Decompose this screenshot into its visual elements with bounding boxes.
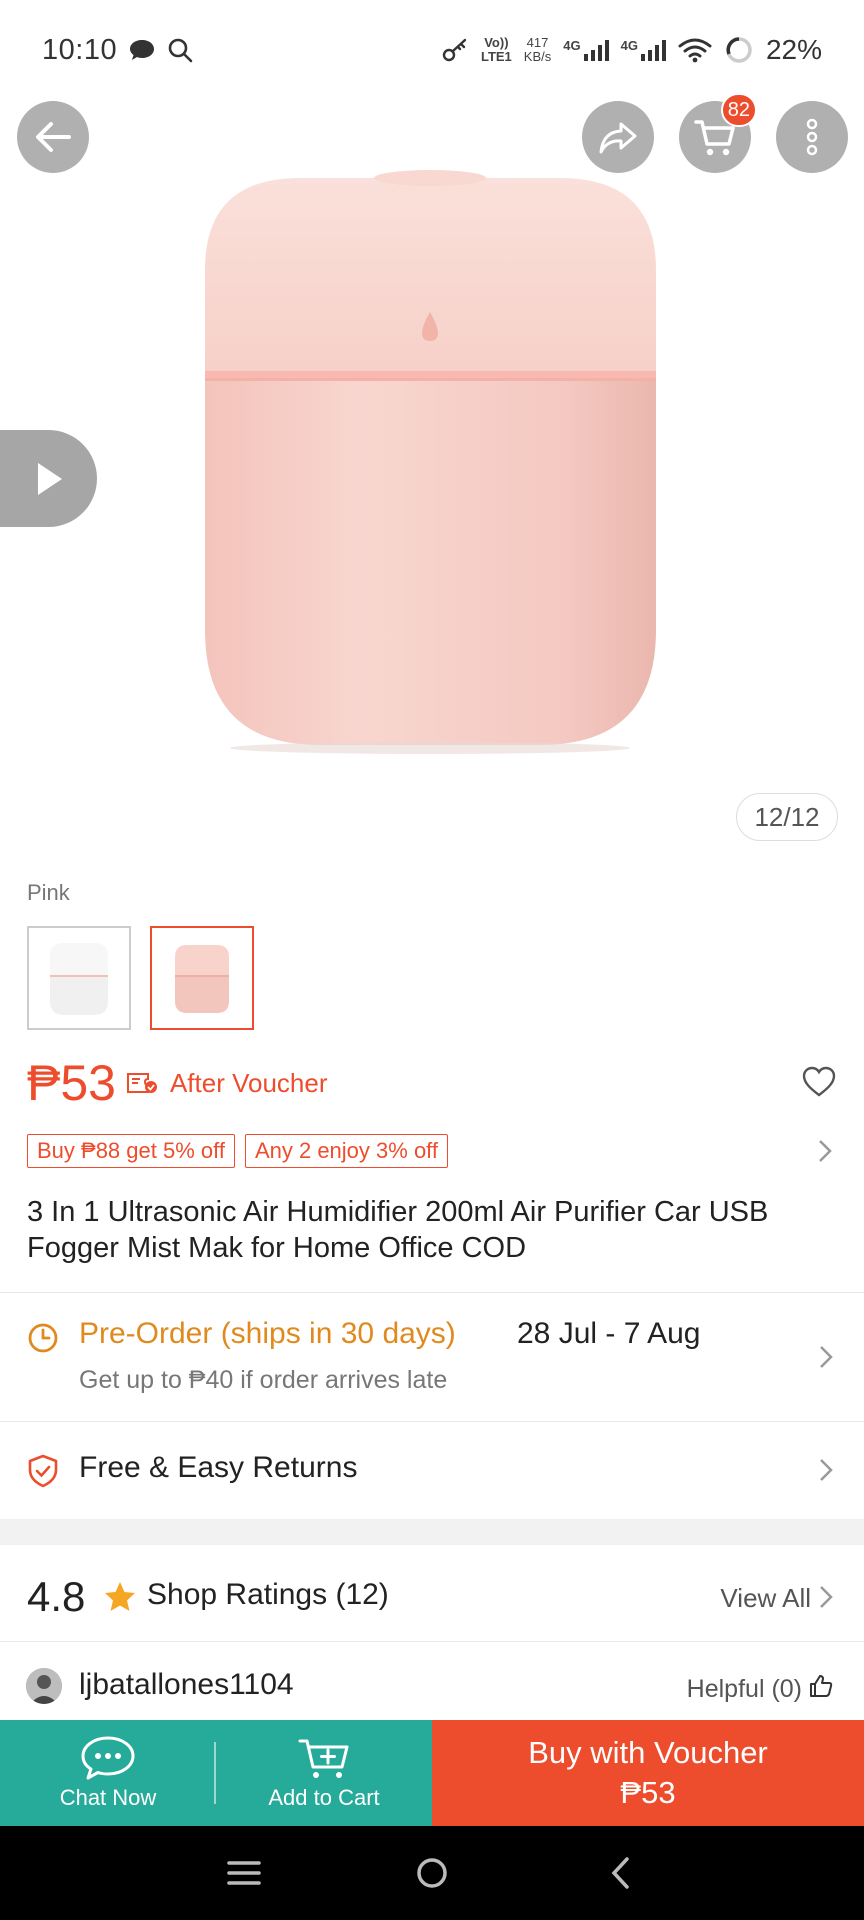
late-delivery-note: Get up to ₱40 if order arrives late (79, 1366, 448, 1394)
shop-ratings-label: Shop Ratings (12) (147, 1578, 389, 1611)
signal-bars-icon (583, 40, 609, 61)
preorder-label: Pre-Order (ships in 30 days) (79, 1317, 456, 1350)
promo-tag: Buy ₱88 get 5% off (27, 1134, 235, 1168)
variation-thumb-pink[interactable] (150, 926, 254, 1030)
cart-button[interactable]: 82 (679, 93, 757, 173)
signal-strength-2: 4G (621, 39, 666, 61)
variation-image (175, 945, 229, 1013)
helpful-count[interactable]: Helpful (0) (687, 1675, 802, 1704)
shop-rating-score: 4.8 (27, 1573, 86, 1620)
product-image-gallery[interactable]: 82 12/12 (0, 0, 864, 860)
clock-icon (28, 1323, 58, 1353)
after-voucher-label: After Voucher (169, 1067, 328, 1098)
signal-bars-icon (640, 40, 666, 61)
buy-price: ₱53 (620, 1775, 676, 1810)
system-nav-bar (0, 1826, 864, 1920)
variation-label: Pink (27, 880, 70, 905)
chevron-left-icon (611, 1857, 629, 1889)
avatar (26, 1668, 62, 1704)
chevron-right-icon (820, 1346, 833, 1368)
share-icon (599, 122, 637, 154)
variation-image (50, 943, 108, 1015)
home-button[interactable] (402, 1843, 462, 1903)
chat-now-label: Chat Now (59, 1785, 157, 1810)
promo-tag: Any 2 enjoy 3% off (244, 1134, 448, 1168)
chevron-right-icon (820, 1459, 833, 1481)
menu-icon (227, 1861, 261, 1885)
chat-now-button[interactable]: Chat Now (0, 1720, 216, 1826)
status-time: 10:10 (42, 33, 118, 66)
battery-level: 22% (765, 34, 822, 65)
star-icon (105, 1582, 135, 1611)
returns-label: Free & Easy Returns (79, 1451, 358, 1484)
play-video-button[interactable] (0, 430, 97, 527)
wifi-icon (678, 38, 712, 63)
signal-strength-1: 4G (563, 39, 609, 61)
reviewer-username: ljbatallones1104 (79, 1668, 294, 1701)
chevron-right-icon (820, 1586, 833, 1608)
price-row: ₱53 After Voucher (27, 1048, 837, 1118)
section-separator (0, 1519, 864, 1545)
chat-icon (81, 1736, 135, 1780)
more-options-button[interactable] (776, 101, 848, 173)
promo-row[interactable]: Buy ₱88 get 5% off Any 2 enjoy 3% off (27, 1134, 837, 1168)
voucher-icon (126, 1073, 157, 1093)
add-to-cart-label: Add to Cart (268, 1785, 380, 1810)
network-speed: 417 KB/s (523, 35, 552, 64)
message-icon (130, 40, 155, 60)
status-bar: 10:10 Vo)) LTE1 417 KB/s 4G 4G 22% (0, 0, 864, 100)
add-to-cart-button[interactable]: Add to Cart (216, 1720, 432, 1826)
delivery-date-range: 28 Jul - 7 Aug (517, 1317, 701, 1350)
divider (214, 1742, 216, 1804)
system-back-button[interactable] (590, 1843, 650, 1903)
variation-thumb-white[interactable] (27, 926, 131, 1030)
recent-apps-button[interactable] (214, 1843, 274, 1903)
thumbs-up-icon[interactable] (808, 1673, 834, 1699)
buy-with-voucher-button[interactable]: Buy with Voucher ₱53 (432, 1720, 864, 1826)
shield-check-icon (28, 1454, 58, 1488)
divider (0, 1641, 864, 1642)
view-all-link[interactable]: View All (720, 1583, 811, 1614)
heart-icon[interactable] (801, 1066, 837, 1098)
product-title: 3 In 1 Ultrasonic Air Humidifier 200ml A… (27, 1196, 769, 1264)
key-icon (442, 38, 467, 62)
more-vertical-icon (806, 118, 818, 156)
search-icon (168, 38, 193, 63)
add-to-cart-icon (298, 1739, 349, 1778)
shipping-row[interactable] (0, 1293, 864, 1421)
image-counter: 12/12 (736, 793, 838, 841)
play-icon (37, 462, 62, 495)
price: ₱53 (27, 1055, 116, 1111)
battery-ring-icon (726, 37, 752, 63)
chevron-right-icon (819, 1140, 832, 1162)
volte-indicator: Vo)) LTE1 (480, 35, 512, 64)
buy-label: Buy with Voucher (528, 1735, 768, 1770)
back-button[interactable] (17, 101, 89, 173)
home-circle-icon (417, 1858, 447, 1888)
share-button[interactable] (582, 101, 654, 173)
secondary-actions: Chat Now Add to Cart (0, 1720, 432, 1826)
arrow-left-icon (36, 122, 71, 152)
bottom-action-bar: Chat Now Add to Cart Buy with Voucher ₱5… (0, 1720, 864, 1826)
